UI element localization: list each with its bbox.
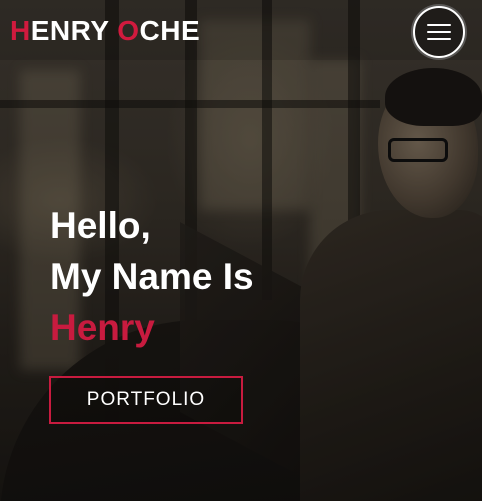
hero-name: Henry xyxy=(50,307,155,348)
logo-first-initial: H xyxy=(10,15,31,46)
portfolio-button[interactable]: PORTFOLIO xyxy=(49,376,243,424)
menu-toggle-button[interactable] xyxy=(413,6,465,58)
logo-last-initial: O xyxy=(117,15,140,46)
logo-first-rest: ENRY xyxy=(30,15,118,46)
site-logo[interactable]: HENRY OCHE xyxy=(10,14,200,48)
hamburger-menu-icon xyxy=(427,24,451,40)
site-header: HENRY OCHE xyxy=(0,0,482,60)
hero-greeting: Hello, xyxy=(50,205,151,246)
logo-last-rest: CHE xyxy=(139,15,201,46)
hero-intro: My Name Is xyxy=(50,256,254,297)
page: HENRY OCHE Hello, My Name Is Henry PORTF… xyxy=(0,0,482,501)
hero-heading: Hello, My Name Is Henry xyxy=(50,200,254,353)
